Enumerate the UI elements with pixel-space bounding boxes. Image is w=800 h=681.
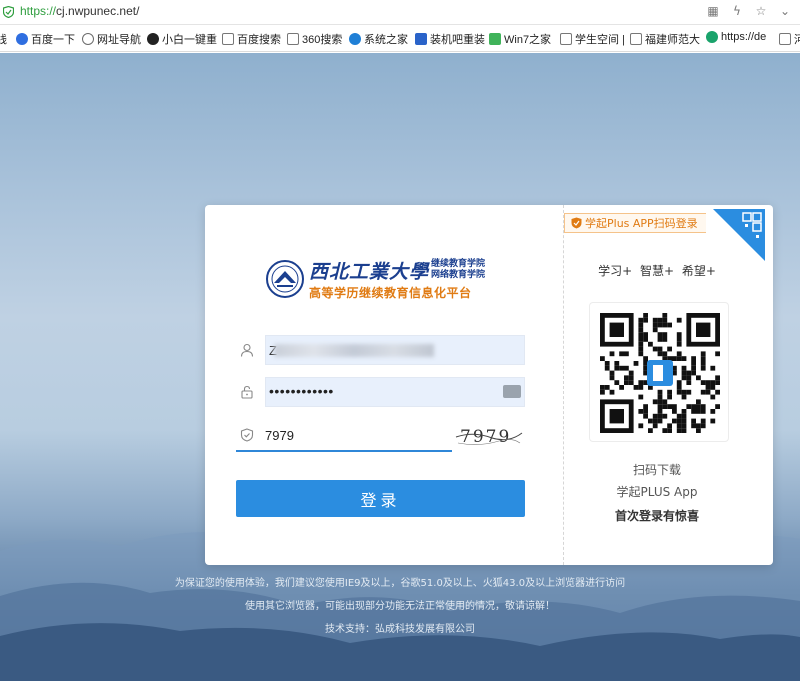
- zhuangji-icon: [415, 33, 427, 45]
- platform-name: 高等学历继续教育信息化平台: [309, 286, 472, 300]
- bookmark-item[interactable]: 小白一键重: [147, 31, 217, 47]
- page-icon: [779, 33, 791, 45]
- bookmark-item[interactable]: 学生空间 |: [560, 31, 625, 47]
- shield-icon: [571, 217, 582, 229]
- user-icon: [240, 343, 254, 357]
- bookmark-item[interactable]: 河: [779, 31, 800, 47]
- bookmark-item[interactable]: 百度搜索: [222, 31, 281, 47]
- bookmark-item[interactable]: 系统之家: [349, 31, 408, 47]
- bookmark-item[interactable]: 百度一下: [16, 31, 75, 47]
- lock-icon: [241, 385, 253, 399]
- bookmarks-bar: 线 百度一下 网址导航 小白一键重 百度搜索 360搜索 系统之家 装机吧重装 …: [0, 26, 800, 52]
- username-blurred: [274, 344, 434, 357]
- app-login-text: 学起Plus APP扫码登录: [585, 217, 698, 230]
- bookmark-item[interactable]: 网址导航: [82, 31, 141, 47]
- login-button[interactable]: 登录: [236, 480, 525, 517]
- page-icon: [560, 33, 572, 45]
- university-name: 西北工業大學: [309, 261, 430, 283]
- bookmark-item[interactable]: 线: [0, 31, 7, 47]
- bookmark-item[interactable]: 360搜索: [287, 31, 342, 47]
- first-login-text: 首次登录有惊喜: [614, 509, 699, 523]
- scan-download-text: 扫码下载: [632, 463, 681, 477]
- secure-shield-icon: [3, 6, 14, 18]
- globe-icon: [82, 33, 94, 45]
- bookmark-item[interactable]: Win7之家: [489, 31, 551, 47]
- bookmark-item[interactable]: 福建师范大: [630, 31, 700, 47]
- app-slogan: 学习+ 智慧+ 希望+: [598, 264, 716, 278]
- app-name-text: 学起PLUS App: [616, 485, 698, 499]
- compatibility-notice: 使用其它浏览器，可能出现部分功能无法正常使用的情况，敬请谅解！: [245, 601, 555, 612]
- baidu-icon: [16, 33, 28, 45]
- address-bar[interactable]: https://cj.nwpunec.net/ ▦ ϟ ☆ ⌄: [0, 0, 800, 25]
- tech-support: 技术支持：弘成科技发展有限公司: [325, 624, 475, 635]
- password-row: ••••••••••••: [236, 377, 525, 407]
- win7-icon: [489, 33, 501, 45]
- captcha-row: 7979 7979: [236, 420, 525, 452]
- qr-code-box: [589, 302, 729, 442]
- url-text[interactable]: https://cj.nwpunec.net/: [20, 4, 139, 18]
- shield-check-icon: [240, 428, 254, 442]
- page-icon: [287, 33, 299, 45]
- university-logo: 西北工業大學 继续教育学院 网络教育学院 高等学历继续教育信息化平台: [265, 257, 505, 303]
- chevron-down-icon[interactable]: ⌄: [778, 4, 792, 18]
- captcha-image[interactable]: 7979: [454, 423, 524, 449]
- lightning-icon[interactable]: ϟ: [730, 4, 744, 18]
- qr-code-icon[interactable]: ▦: [706, 4, 720, 18]
- browser-notice: 为保证您的使用体验，我们建议您使用IE9及以上，谷歌51.0及以上、火狐43.0…: [174, 578, 626, 589]
- university-emblem-icon: [266, 260, 304, 298]
- bookmark-item[interactable]: https://de: [706, 31, 766, 43]
- link-icon: [706, 31, 718, 43]
- login-card: 西北工業大學 继续教育学院 网络教育学院 高等学历继续教育信息化平台 Z •••…: [205, 205, 773, 565]
- password-value: ••••••••••••: [269, 383, 334, 399]
- captcha-underline: [236, 450, 452, 452]
- page-icon: [222, 33, 234, 45]
- qr-code-image: [600, 313, 720, 433]
- bookmark-item[interactable]: 装机吧重装: [415, 31, 485, 47]
- app-login-tag[interactable]: 学起Plus APP扫码登录: [564, 213, 706, 233]
- qr-corner-icon[interactable]: [713, 209, 765, 261]
- captcha-input[interactable]: 7979: [265, 428, 294, 443]
- page-icon: [630, 33, 642, 45]
- star-icon[interactable]: ☆: [754, 4, 768, 18]
- logo-subtitle-network: 网络教育学院: [431, 270, 486, 280]
- keyboard-icon[interactable]: [503, 385, 521, 398]
- logo-subtitle-continuing: 继续教育学院: [431, 259, 486, 269]
- xitong-icon: [349, 33, 361, 45]
- username-row: Z: [236, 335, 525, 365]
- xiaobai-icon: [147, 33, 159, 45]
